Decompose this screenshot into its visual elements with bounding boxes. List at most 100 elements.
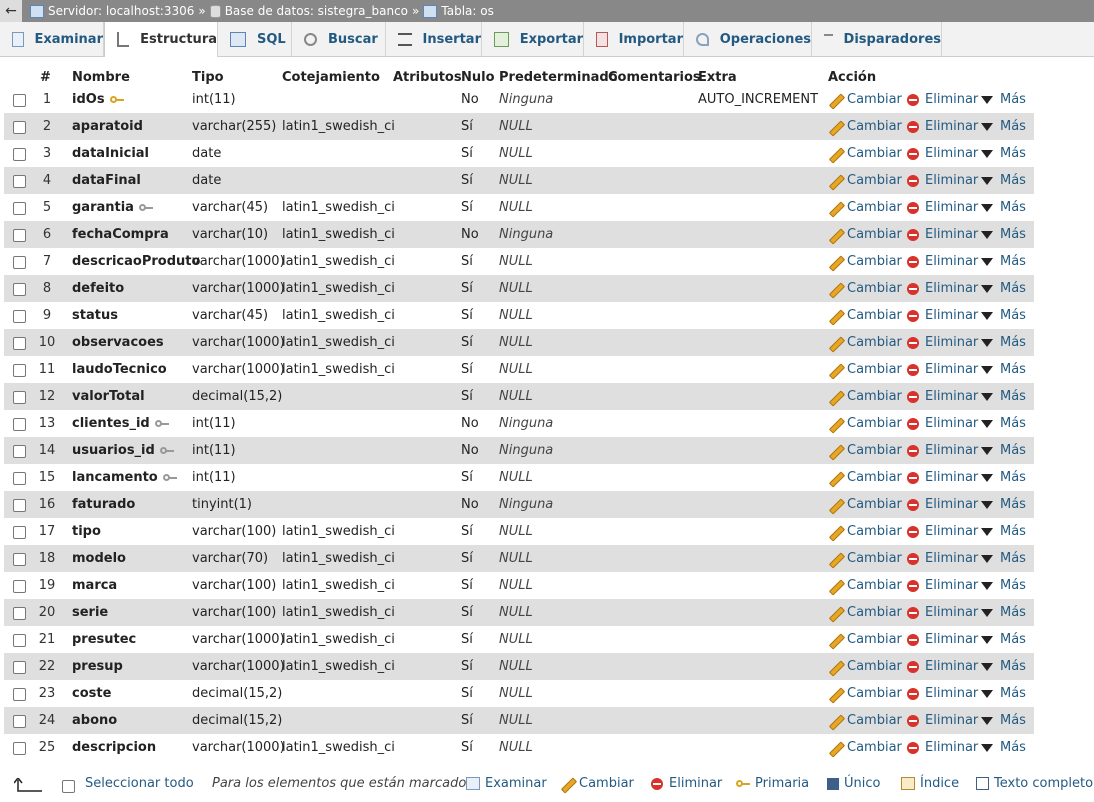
change-button[interactable]: Cambiar bbox=[828, 680, 902, 707]
breadcrumb-database[interactable]: Base de datos: sistegra_banco bbox=[209, 4, 408, 18]
breadcrumb-table[interactable]: Tabla: os bbox=[423, 4, 494, 18]
breadcrumb-server-label[interactable]: Servidor: localhost:3306 bbox=[48, 4, 194, 18]
tab-disparadores[interactable]: Disparadores bbox=[812, 22, 942, 56]
drop-button[interactable]: Eliminar bbox=[907, 113, 978, 140]
drop-button[interactable]: Eliminar bbox=[907, 383, 978, 410]
more-dropdown[interactable]: Más bbox=[981, 626, 1026, 653]
drop-button[interactable]: Eliminar bbox=[907, 653, 978, 680]
row-checkbox[interactable] bbox=[13, 229, 26, 242]
change-button[interactable]: Cambiar bbox=[828, 248, 902, 275]
bulk-browse-button[interactable]: Examinar bbox=[466, 776, 547, 791]
more-dropdown[interactable]: Más bbox=[981, 113, 1026, 140]
drop-button[interactable]: Eliminar bbox=[907, 140, 978, 167]
change-button[interactable]: Cambiar bbox=[828, 437, 902, 464]
tab-estructura[interactable]: Estructura bbox=[104, 22, 218, 57]
drop-button[interactable]: Eliminar bbox=[907, 599, 978, 626]
row-checkbox[interactable] bbox=[13, 580, 26, 593]
change-button[interactable]: Cambiar bbox=[828, 329, 902, 356]
more-dropdown[interactable]: Más bbox=[981, 167, 1026, 194]
more-dropdown[interactable]: Más bbox=[981, 410, 1026, 437]
change-button[interactable]: Cambiar bbox=[828, 383, 902, 410]
more-dropdown[interactable]: Más bbox=[981, 518, 1026, 545]
drop-button[interactable]: Eliminar bbox=[907, 248, 978, 275]
drop-button[interactable]: Eliminar bbox=[907, 491, 978, 518]
drop-button[interactable]: Eliminar bbox=[907, 356, 978, 383]
drop-button[interactable]: Eliminar bbox=[907, 464, 978, 491]
header-null[interactable]: Nulo bbox=[461, 70, 495, 86]
change-button[interactable]: Cambiar bbox=[828, 572, 902, 599]
header-default[interactable]: Predeterminado bbox=[499, 70, 618, 86]
row-checkbox[interactable] bbox=[13, 526, 26, 539]
more-dropdown[interactable]: Más bbox=[981, 437, 1026, 464]
more-dropdown[interactable]: Más bbox=[981, 680, 1026, 707]
change-button[interactable]: Cambiar bbox=[828, 734, 902, 761]
drop-button[interactable]: Eliminar bbox=[907, 302, 978, 329]
tab-operaciones[interactable]: Operaciones bbox=[684, 22, 812, 56]
header-type[interactable]: Tipo bbox=[192, 70, 224, 86]
more-dropdown[interactable]: Más bbox=[981, 383, 1026, 410]
drop-button[interactable]: Eliminar bbox=[907, 329, 978, 356]
drop-button[interactable]: Eliminar bbox=[907, 680, 978, 707]
header-name[interactable]: Nombre bbox=[72, 70, 130, 86]
more-dropdown[interactable]: Más bbox=[981, 356, 1026, 383]
more-dropdown[interactable]: Más bbox=[981, 194, 1026, 221]
change-button[interactable]: Cambiar bbox=[828, 356, 902, 383]
row-checkbox[interactable] bbox=[13, 175, 26, 188]
tab-sql[interactable]: SQL bbox=[218, 22, 292, 56]
more-dropdown[interactable]: Más bbox=[981, 599, 1026, 626]
back-arrow-icon[interactable]: ← bbox=[0, 0, 22, 22]
more-dropdown[interactable]: Más bbox=[981, 734, 1026, 761]
row-checkbox[interactable] bbox=[13, 553, 26, 566]
more-dropdown[interactable]: Más bbox=[981, 275, 1026, 302]
change-button[interactable]: Cambiar bbox=[828, 302, 902, 329]
row-checkbox[interactable] bbox=[13, 742, 26, 755]
change-button[interactable]: Cambiar bbox=[828, 140, 902, 167]
header-extra[interactable]: Extra bbox=[698, 70, 737, 86]
row-checkbox[interactable] bbox=[13, 256, 26, 269]
more-dropdown[interactable]: Más bbox=[981, 491, 1026, 518]
row-checkbox[interactable] bbox=[13, 499, 26, 512]
more-dropdown[interactable]: Más bbox=[981, 86, 1026, 113]
drop-button[interactable]: Eliminar bbox=[907, 221, 978, 248]
more-dropdown[interactable]: Más bbox=[981, 572, 1026, 599]
row-checkbox[interactable] bbox=[13, 634, 26, 647]
row-checkbox[interactable] bbox=[13, 337, 26, 350]
row-checkbox[interactable] bbox=[13, 364, 26, 377]
more-dropdown[interactable]: Más bbox=[981, 545, 1026, 572]
row-checkbox[interactable] bbox=[13, 94, 26, 107]
drop-button[interactable]: Eliminar bbox=[907, 410, 978, 437]
drop-button[interactable]: Eliminar bbox=[907, 86, 978, 113]
drop-button[interactable]: Eliminar bbox=[907, 545, 978, 572]
drop-button[interactable]: Eliminar bbox=[907, 734, 978, 761]
more-dropdown[interactable]: Más bbox=[981, 329, 1026, 356]
bulk-change-button[interactable]: Cambiar bbox=[560, 776, 634, 791]
more-dropdown[interactable]: Más bbox=[981, 707, 1026, 734]
select-all-checkbox[interactable] bbox=[62, 780, 75, 793]
change-button[interactable]: Cambiar bbox=[828, 491, 902, 518]
row-checkbox[interactable] bbox=[13, 121, 26, 134]
row-checkbox[interactable] bbox=[13, 391, 26, 404]
bulk-index-button[interactable]: Índice bbox=[901, 776, 959, 791]
row-checkbox[interactable] bbox=[13, 418, 26, 431]
more-dropdown[interactable]: Más bbox=[981, 653, 1026, 680]
row-checkbox[interactable] bbox=[13, 715, 26, 728]
row-checkbox[interactable] bbox=[13, 202, 26, 215]
breadcrumb-table-label[interactable]: Tabla: os bbox=[441, 4, 493, 18]
drop-button[interactable]: Eliminar bbox=[907, 572, 978, 599]
change-button[interactable]: Cambiar bbox=[828, 599, 902, 626]
row-checkbox[interactable] bbox=[13, 148, 26, 161]
more-dropdown[interactable]: Más bbox=[981, 221, 1026, 248]
change-button[interactable]: Cambiar bbox=[828, 707, 902, 734]
drop-button[interactable]: Eliminar bbox=[907, 707, 978, 734]
row-checkbox[interactable] bbox=[13, 310, 26, 323]
change-button[interactable]: Cambiar bbox=[828, 410, 902, 437]
change-button[interactable]: Cambiar bbox=[828, 518, 902, 545]
change-button[interactable]: Cambiar bbox=[828, 653, 902, 680]
row-checkbox[interactable] bbox=[13, 445, 26, 458]
row-checkbox[interactable] bbox=[13, 472, 26, 485]
drop-button[interactable]: Eliminar bbox=[907, 626, 978, 653]
row-checkbox[interactable] bbox=[13, 661, 26, 674]
change-button[interactable]: Cambiar bbox=[828, 626, 902, 653]
tab-buscar[interactable]: Buscar bbox=[292, 22, 386, 56]
bulk-fulltext-button[interactable]: Texto completo bbox=[976, 776, 1093, 791]
